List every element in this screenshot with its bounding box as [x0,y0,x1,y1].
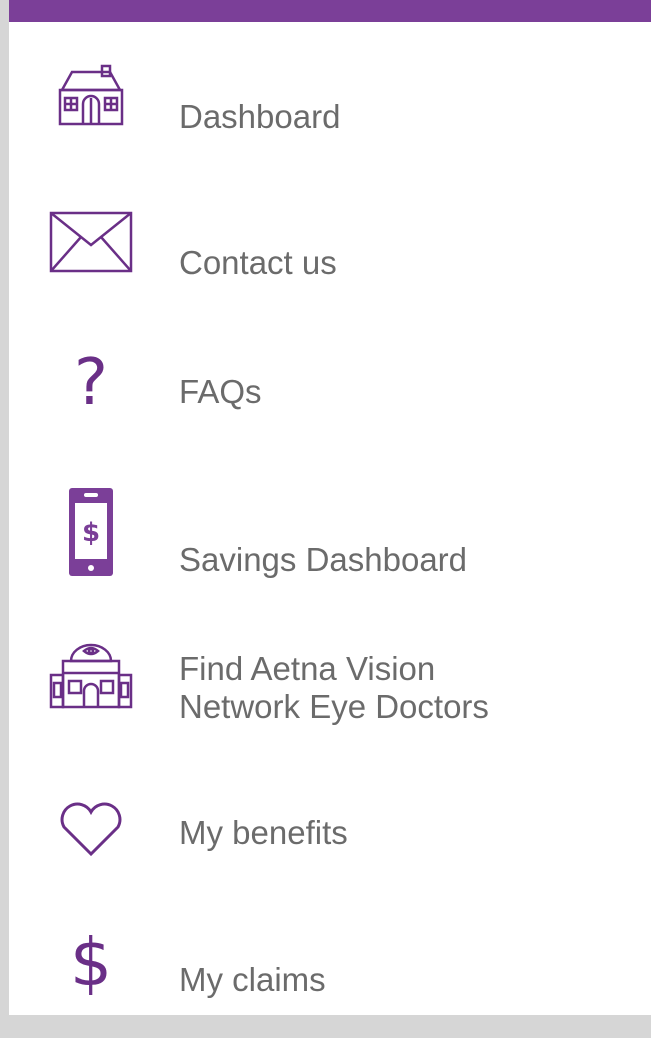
menu-item-dashboard[interactable]: Dashboard [9,42,639,162]
menu-item-label: My benefits [179,814,348,851]
menu-item-contact-us[interactable]: Contact us [9,182,639,302]
menu-item-savings-dashboard[interactable]: $ Savings Dashboard [9,477,639,597]
menu-item-label: FAQs [179,373,262,410]
menu-item-label: Find Aetna Vision Network Eye Doctors [179,650,489,725]
top-accent-bar [9,0,651,22]
question-glyph: ? [74,346,108,420]
bottom-edge [9,1015,651,1038]
menu-item-label: My claims [179,961,326,998]
menu-item-my-benefits[interactable]: My benefits [9,782,639,902]
dollar-icon: $ [49,921,133,1005]
envelope-icon [49,200,133,284]
menu-item-label: Savings Dashboard [179,541,468,578]
house-icon [49,54,133,138]
dollar-glyph: $ [70,924,112,1001]
eye-doctor-building-icon [49,632,133,716]
svg-text:$: $ [82,518,100,548]
question-icon: ? [49,341,133,425]
menu-item-label: Dashboard [179,98,341,135]
menu-item-faqs[interactable]: ? FAQs [9,327,639,447]
menu-item-label: Contact us [179,244,337,281]
menu-item-find-eye-doctors[interactable]: Find Aetna Vision Network Eye Doctors [9,628,639,758]
navigation-drawer: Dashboard Contact us ? FAQs $ Savings Da… [9,22,651,1015]
heart-icon [49,788,133,872]
phone-dollar-icon: $ [49,477,133,587]
nav-menu: Dashboard Contact us ? FAQs $ Savings Da… [9,22,639,1015]
